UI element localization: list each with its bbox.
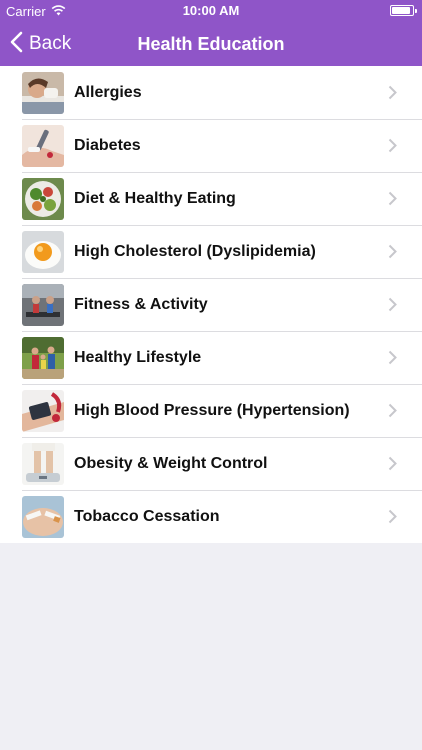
chevron-right-icon bbox=[378, 119, 406, 172]
chevron-right-icon bbox=[378, 437, 406, 490]
list-item[interactable]: Allergies bbox=[0, 66, 422, 119]
legs-on-scale-photo bbox=[22, 442, 64, 485]
treadmill-photo bbox=[22, 283, 64, 326]
list-item-label: Obesity & Weight Control bbox=[74, 454, 268, 472]
chevron-right-icon bbox=[378, 225, 406, 278]
chevron-right-icon bbox=[378, 384, 406, 437]
topic-list: Allergies Diabetes Diet & Healthy Eating… bbox=[0, 66, 422, 543]
list-item[interactable]: Tobacco Cessation bbox=[0, 490, 422, 543]
chevron-right-icon bbox=[378, 66, 406, 119]
glucose-test-photo bbox=[22, 124, 64, 167]
chevron-left-icon bbox=[10, 31, 23, 58]
chevron-right-icon bbox=[378, 490, 406, 543]
navigation-bar: Health Education Back bbox=[0, 22, 422, 66]
battery-icon bbox=[390, 5, 417, 16]
app-header: Carrier 10:00 AM Health Education Back bbox=[0, 0, 422, 66]
list-item-label: High Cholesterol (Dyslipidemia) bbox=[74, 242, 316, 260]
status-bar: Carrier 10:00 AM bbox=[0, 0, 422, 22]
chevron-right-icon bbox=[378, 278, 406, 331]
list-item[interactable]: Fitness & Activity bbox=[0, 278, 422, 331]
list-item[interactable]: Diabetes bbox=[0, 119, 422, 172]
broken-cigarette-photo bbox=[22, 495, 64, 538]
list-item[interactable]: Obesity & Weight Control bbox=[0, 437, 422, 490]
person-sneezing-photo bbox=[22, 71, 64, 114]
list-item-label: Diet & Healthy Eating bbox=[74, 189, 236, 207]
list-item[interactable]: Healthy Lifestyle bbox=[0, 331, 422, 384]
list-item-label: Allergies bbox=[74, 83, 142, 101]
blood-pressure-cuff-photo bbox=[22, 389, 64, 432]
list-item-label: Fitness & Activity bbox=[74, 295, 208, 313]
list-item-label: Tobacco Cessation bbox=[74, 507, 220, 525]
battery-level bbox=[392, 7, 410, 14]
fried-egg-photo bbox=[22, 230, 64, 273]
salad-photo bbox=[22, 177, 64, 220]
chevron-right-icon bbox=[378, 172, 406, 225]
back-button[interactable]: Back bbox=[10, 22, 71, 66]
chevron-right-icon bbox=[378, 331, 406, 384]
list-item-label: Healthy Lifestyle bbox=[74, 348, 202, 366]
list-item-label: High Blood Pressure (Hypertension) bbox=[74, 401, 350, 419]
status-time: 10:00 AM bbox=[182, 3, 240, 18]
back-label: Back bbox=[29, 33, 72, 54]
list-item-label: Diabetes bbox=[74, 136, 141, 154]
list-item[interactable]: High Blood Pressure (Hypertension) bbox=[0, 384, 422, 437]
list-item[interactable]: High Cholesterol (Dyslipidemia) bbox=[0, 225, 422, 278]
family-outdoors-photo bbox=[22, 336, 64, 379]
list-item[interactable]: Diet & Healthy Eating bbox=[0, 172, 422, 225]
